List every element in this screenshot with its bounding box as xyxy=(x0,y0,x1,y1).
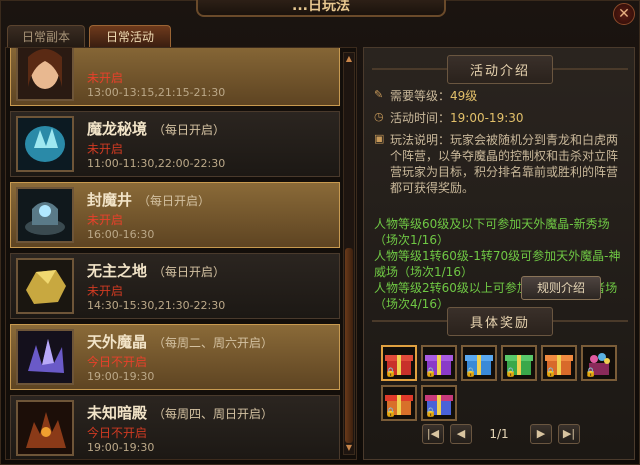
activity-time: 19:00-19:30 xyxy=(87,370,155,383)
clock-icon: ◷ xyxy=(374,110,384,123)
last-page-icon[interactable]: ▶| xyxy=(558,424,580,444)
activity-item[interactable]: 封魔井 （每日开启） 未开启 16:00-16:30 xyxy=(10,182,340,248)
intro-title: 活动介绍 xyxy=(446,55,553,84)
level-icon: ✎ xyxy=(374,88,384,101)
activity-name: 天外魔晶 xyxy=(87,333,148,351)
desc-label: 玩法说明： xyxy=(390,133,451,147)
activity-status: 今日不开启 xyxy=(87,355,148,369)
time-row: ◷ 活动时间：19:00-19:30 xyxy=(374,110,629,126)
activity-list-panel: 未开启 13:00-13:15,21:15-21:30 魔龙秘境 （每日开启） 未… xyxy=(5,47,357,460)
activity-status: 未开启 xyxy=(87,71,124,85)
tab-daily-activity[interactable]: 日常活动 xyxy=(89,25,171,47)
activity-frequency: （每日开启） xyxy=(138,194,211,208)
green-giftbox-icon[interactable]: 🔒 xyxy=(501,345,537,381)
level-value: 49级 xyxy=(450,89,478,103)
activity-time: 19:00-19:30 xyxy=(87,441,155,454)
time-value: 19:00-19:30 xyxy=(450,111,524,125)
activity-status: 未开启 xyxy=(87,284,124,298)
activity-name: 未知暗殿 xyxy=(87,404,148,422)
sealed-well-thumb xyxy=(16,187,74,243)
activity-info: ✎ 需要等级：49级 ◷ 活动时间：19:00-19:30 ▣ 玩法说明：玩家会… xyxy=(374,88,629,202)
red-giftbox-icon[interactable]: 🔒 xyxy=(381,345,417,381)
list-scrollbar[interactable]: ▲ ▼ xyxy=(343,52,355,455)
scroll-up-icon[interactable]: ▲ xyxy=(345,55,353,63)
window-title: ...日玩法 xyxy=(196,0,446,17)
activity-item[interactable]: 天外魔晶 （每周二、周六开启） 今日不开启 19:00-19:30 xyxy=(10,324,340,390)
activity-list: 未开启 13:00-13:15,21:15-21:30 魔龙秘境 （每日开启） 未… xyxy=(10,48,340,459)
gold-rock-thumb xyxy=(16,258,74,314)
scroll-down-icon[interactable]: ▼ xyxy=(345,444,353,452)
activity-detail-panel: 活动介绍 ✎ 需要等级：49级 ◷ 活动时间：19:00-19:30 ▣ 玩法说… xyxy=(363,47,635,460)
activity-status: 未开启 xyxy=(87,213,124,227)
activity-item[interactable]: 未开启 13:00-13:15,21:15-21:30 xyxy=(10,48,340,106)
activity-status: 今日不开启 xyxy=(87,426,148,440)
activity-frequency: （每周四、周日开启） xyxy=(153,407,274,421)
activity-item[interactable]: 无主之地 （每日开启） 未开启 14:30-15:30,21:30-22:30 xyxy=(10,253,340,319)
purple-giftbox-icon[interactable]: 🔒 xyxy=(421,345,457,381)
activity-time: 16:00-16:30 xyxy=(87,228,155,241)
reward-title: 具体奖励 xyxy=(446,307,553,336)
level-row: ✎ 需要等级：49级 xyxy=(374,88,629,104)
prev-page-icon[interactable]: ◀ xyxy=(450,424,472,444)
crystal-thumb xyxy=(16,116,74,172)
activity-name: 封魔井 xyxy=(87,191,133,209)
activity-time: 13:00-13:15,21:15-21:30 xyxy=(87,86,226,99)
activity-frequency: （每日开启） xyxy=(153,123,226,137)
activity-status: 未开启 xyxy=(87,142,124,156)
magic-crystal-thumb xyxy=(16,329,74,385)
desc-row: ▣ 玩法说明：玩家会被随机分到青龙和白虎两个阵营，以争夺魔晶的控制权和击杀对立阵… xyxy=(374,132,629,196)
activity-item[interactable]: 魔龙秘境 （每日开启） 未开启 11:00-11:30,22:00-22:30 xyxy=(10,111,340,177)
activity-item[interactable]: 未知暗殿 （每周四、周日开启） 今日不开启 19:00-19:30 xyxy=(10,395,340,459)
female-portrait-thumb xyxy=(16,48,74,101)
activity-name: 无主之地 xyxy=(87,262,148,280)
activity-time: 14:30-15:30,21:30-22:30 xyxy=(87,299,226,312)
scroll-thumb[interactable] xyxy=(345,248,353,443)
flower-giftbox-icon[interactable]: 🔒 xyxy=(581,345,617,381)
activity-frequency: （每日开启） xyxy=(153,265,226,279)
level-label: 需要等级： xyxy=(390,89,451,103)
blue-purple-giftbox-icon[interactable]: 🔒 xyxy=(421,385,457,421)
activity-name: 魔龙秘境 xyxy=(87,120,148,138)
requirement-item: 人物等级60级及以下可参加天外魔晶-新秀场（场次1/16） xyxy=(374,217,610,247)
first-page-icon[interactable]: |◀ xyxy=(422,424,444,444)
intro-header: 活动介绍 xyxy=(364,52,636,86)
activity-window: ...日玩法 ✕ 日常副本 日常活动 未开启 13:00-13:15,21:15… xyxy=(0,0,640,465)
next-page-icon[interactable]: ▶ xyxy=(530,424,552,444)
close-icon[interactable]: ✕ xyxy=(613,3,635,25)
time-label: 活动时间： xyxy=(390,111,451,125)
blue-giftbox-icon[interactable]: 🔒 xyxy=(461,345,497,381)
tab-daily-dungeon[interactable]: 日常副本 xyxy=(7,25,85,47)
reward-header: 具体奖励 xyxy=(364,304,636,338)
orange-giftbox-icon[interactable]: 🔒 xyxy=(381,385,417,421)
orange-giftbox-icon[interactable]: 🔒 xyxy=(541,345,577,381)
page-indicator: 1/1 xyxy=(489,427,509,441)
activity-frequency: （每周二、周六开启） xyxy=(153,336,274,350)
book-icon: ▣ xyxy=(374,132,385,145)
tab-bar: 日常副本 日常活动 xyxy=(7,25,171,47)
rules-button[interactable]: 规则介绍 xyxy=(521,276,601,300)
dark-hall-thumb xyxy=(16,400,74,456)
activity-time: 11:00-11:30,22:00-22:30 xyxy=(87,157,226,170)
